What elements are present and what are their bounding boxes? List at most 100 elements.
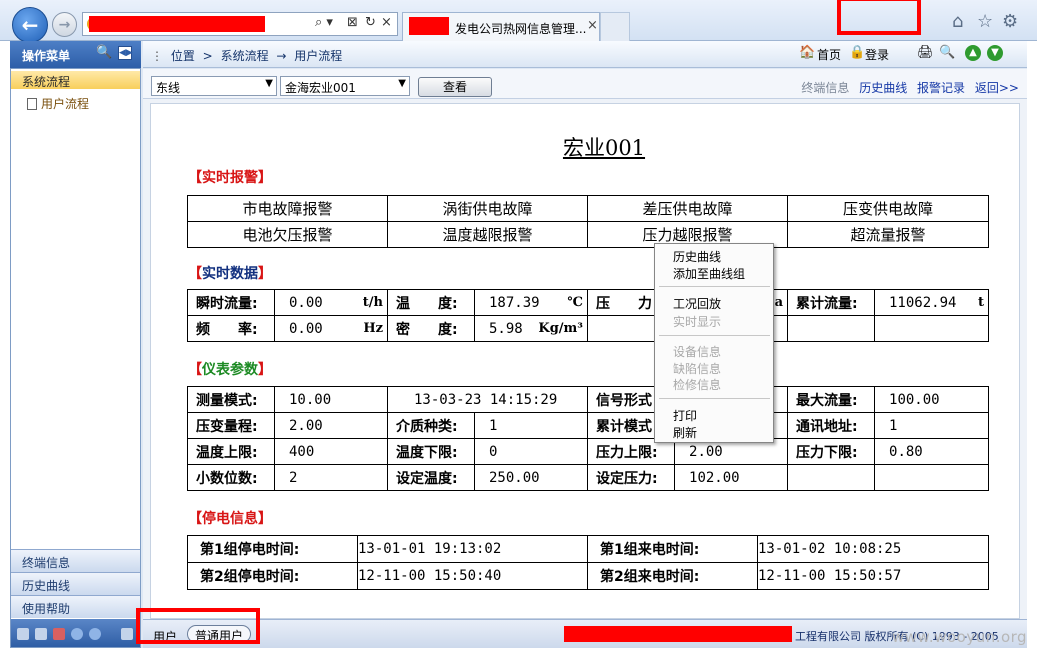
restore-label: 第1组来电时间: bbox=[587, 535, 758, 563]
param-value: 100.00 bbox=[874, 386, 990, 413]
window-icon[interactable] bbox=[121, 628, 133, 640]
empty-cell bbox=[787, 464, 876, 491]
sidebar-group-system-flow[interactable]: 系统流程 bbox=[11, 71, 140, 89]
crumb-system-flow[interactable]: 系统流程 bbox=[221, 49, 269, 63]
query-button[interactable]: 查看 bbox=[418, 77, 492, 97]
temp-label: 温 度: bbox=[387, 289, 475, 316]
folder-icon[interactable] bbox=[17, 628, 29, 640]
sidebar: 系统流程 用户流程 终端信息 历史曲线 使用帮助 bbox=[10, 68, 141, 648]
ctx-realtime-show: 实时显示 bbox=[673, 315, 722, 329]
app-frame: 操作菜单 🔍 ◀▶ ⋮ 位置 > 系统流程 → 用户流程 🏠 首页 🔒 登录 🖨… bbox=[10, 41, 1027, 648]
menu-title: 操作菜单 bbox=[22, 49, 71, 63]
station-title: 宏业001 bbox=[562, 136, 646, 160]
up-icon[interactable] bbox=[71, 628, 83, 640]
crumb-sep: > bbox=[202, 49, 213, 63]
crumb-user-flow[interactable]: 用户流程 bbox=[294, 49, 342, 63]
scroll-up-icon[interactable]: ▲ bbox=[965, 45, 981, 61]
flow-value: 0.00 bbox=[289, 294, 323, 311]
home-page-link[interactable]: 首页 bbox=[817, 46, 841, 63]
address-bar[interactable]: ⌕ ▾ ⊠ ↻ × bbox=[82, 12, 398, 36]
stop-icon[interactable]: × bbox=[381, 15, 392, 30]
ctx-history-curve[interactable]: 历史曲线 bbox=[673, 248, 721, 265]
empty-cell bbox=[787, 315, 875, 342]
new-tab-button[interactable] bbox=[600, 12, 630, 41]
link-back[interactable]: 返回>> bbox=[975, 81, 1019, 95]
login-highlight-box bbox=[837, 0, 921, 35]
ctx-refresh[interactable]: 刷新 bbox=[673, 424, 697, 441]
back-button[interactable]: ← bbox=[12, 7, 48, 43]
station-select[interactable]: 金海宏业001 ▼ bbox=[280, 76, 410, 96]
ctx-defect-info: 缺陷信息 bbox=[673, 362, 722, 376]
tab-title: 发电公司热网信息管理... bbox=[455, 22, 587, 36]
favorites-star-icon[interactable]: ☆ bbox=[977, 11, 993, 32]
compat-view-icon[interactable]: ⊠ bbox=[347, 15, 358, 30]
chevron-down-icon: ▼ bbox=[265, 78, 273, 89]
login-link[interactable]: 登录 bbox=[865, 46, 889, 63]
table-row: 第2组停电时间: 12-11-00 15:50:40 第2组来电时间: 12-1… bbox=[187, 562, 989, 590]
total-flow-label: 累计流量: bbox=[787, 289, 875, 316]
density-value: 5.98 bbox=[489, 320, 523, 337]
param-value: 1 bbox=[874, 412, 990, 439]
footer-redaction bbox=[564, 626, 792, 642]
param-label: 最大流量: bbox=[787, 386, 876, 413]
line-select[interactable]: 东线 ▼ bbox=[151, 76, 277, 96]
param-label: 测量模式: bbox=[187, 386, 275, 413]
alarm-cell: 压变供电故障 bbox=[787, 195, 989, 222]
param-label: 通讯地址: bbox=[787, 412, 876, 439]
scroll-down-icon[interactable]: ▼ bbox=[987, 45, 1003, 61]
home-icon[interactable]: ⌂ bbox=[952, 11, 963, 32]
print-icon[interactable]: 🖨 bbox=[917, 45, 934, 61]
ctx-device-info: 设备信息 bbox=[673, 345, 722, 359]
outage-label: 第1组停电时间: bbox=[187, 535, 358, 563]
link-terminal-info[interactable]: 终端信息 bbox=[801, 81, 849, 95]
refresh-icon[interactable]: ↻ bbox=[365, 15, 376, 30]
density-cell: 5.98 Kg/m³ bbox=[474, 315, 588, 342]
forward-arrow-icon: → bbox=[58, 16, 71, 33]
params-section-title: 【仪表参数】 bbox=[188, 362, 272, 378]
table-row: 第1组停电时间: 13-01-01 19:13:02 第1组来电时间: 13-0… bbox=[187, 535, 989, 563]
param-value: 102.00 bbox=[674, 464, 789, 491]
browser-tab-active[interactable]: 发电公司热网信息管理... × bbox=[402, 12, 600, 41]
main-content: 东线 ▼ 金海宏业001 ▼ 查看 终端信息 历史曲线 报警记录 返回>> 宏业00… bbox=[143, 69, 1027, 619]
menu-collapse-icon[interactable]: ◀▶ bbox=[118, 46, 133, 60]
density-label: 密 度: bbox=[387, 315, 475, 342]
link-history-curve[interactable]: 历史曲线 bbox=[859, 81, 907, 95]
sidebar-help[interactable]: 使用帮助 bbox=[11, 595, 140, 618]
sidebar-history-curve[interactable]: 历史曲线 bbox=[11, 572, 140, 595]
param-label: 压力下限: bbox=[787, 438, 876, 465]
freq-label: 频 率: bbox=[187, 315, 275, 342]
document-icon bbox=[27, 98, 37, 110]
flow-label: 瞬时流量: bbox=[187, 289, 275, 316]
url-redaction bbox=[89, 16, 265, 32]
sidebar-item-label: 用户流程 bbox=[41, 97, 90, 111]
ctx-print[interactable]: 打印 bbox=[673, 407, 697, 424]
tab-redaction bbox=[409, 17, 449, 35]
folder-open-icon[interactable] bbox=[35, 628, 47, 640]
alarm-section-title: 【实时报警】 bbox=[188, 170, 272, 186]
print-preview-icon[interactable]: 🔍 bbox=[939, 45, 955, 61]
crumb-separator-icon: ⋮ bbox=[151, 49, 163, 63]
link-alarm-records[interactable]: 报警记录 bbox=[917, 81, 965, 95]
param-value: 0 bbox=[473, 438, 589, 465]
forward-button[interactable]: → bbox=[52, 12, 77, 37]
home-page-icon: 🏠 bbox=[799, 45, 816, 60]
delete-icon[interactable] bbox=[53, 628, 65, 640]
search-dropdown-icon[interactable]: ⌕ ▾ bbox=[315, 15, 333, 30]
sidebar-item-user-flow[interactable]: 用户流程 bbox=[27, 95, 89, 112]
tab-close-icon[interactable]: × bbox=[587, 18, 598, 33]
realtime-table: 瞬时流量: 0.00 t/h 温 度: 187.39 ℃ 压 力 pa 累计流量: … bbox=[187, 289, 989, 342]
down-icon[interactable] bbox=[89, 628, 101, 640]
menu-search-icon[interactable]: 🔍 bbox=[96, 45, 112, 60]
freq-cell: 0.00 Hz bbox=[274, 315, 388, 342]
alarm-table: 市电故障报警 涡街供电故障 差压供电故障 压变供电故障 电池欠压报警 温度越限报… bbox=[187, 195, 989, 248]
chevron-down-icon: ▼ bbox=[398, 78, 406, 89]
ctx-add-to-curve-group[interactable]: 添加至曲线组 bbox=[673, 265, 745, 282]
settings-gear-icon[interactable]: ⚙ bbox=[1002, 11, 1018, 32]
outage-value: 13-01-01 19:13:02 bbox=[357, 535, 588, 563]
param-value: 400 bbox=[274, 438, 388, 465]
param-value: 2 bbox=[274, 464, 388, 491]
ctx-separator bbox=[659, 286, 770, 287]
breadcrumb: ⋮ 位置 > 系统流程 → 用户流程 bbox=[151, 47, 346, 64]
ctx-playback[interactable]: 工况回放 bbox=[673, 295, 721, 312]
sidebar-terminal-info[interactable]: 终端信息 bbox=[11, 549, 140, 572]
